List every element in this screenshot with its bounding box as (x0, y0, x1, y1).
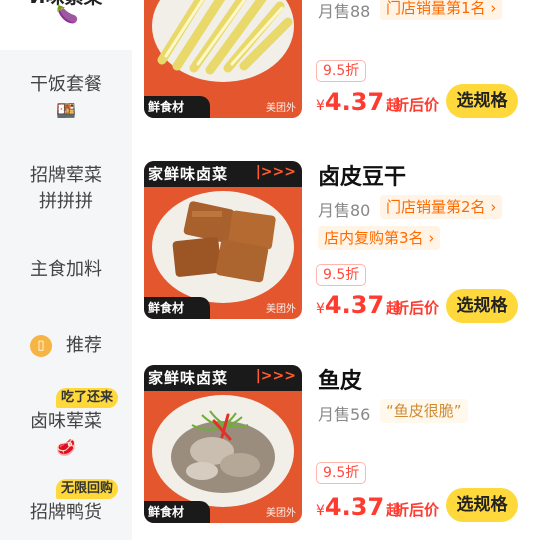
currency-symbol: ¥ (316, 301, 325, 317)
banner-arrows: |>>> (255, 164, 296, 180)
sidebar-item-selected[interactable]: Ӣ味素菜 🍆 (0, 0, 132, 50)
watermark: 美团外 (266, 103, 296, 114)
select-spec-button[interactable]: 选规格 (446, 488, 518, 522)
product-title: 卤皮豆干 (318, 165, 407, 190)
after-discount-label: 折后价 (394, 96, 440, 114)
product-card[interactable]: 鲜食材 美团外 月售88 门店销量第1名 › 9.5折 ¥4.37 起 折后价 选… (144, 0, 540, 118)
discount-badge: 9.5折 (316, 60, 367, 82)
banner-text: 家鲜味卤菜 (148, 369, 229, 387)
chevron-right-icon: › (428, 229, 435, 247)
product-image: 鲜食材 美团外 (144, 0, 302, 118)
price: ¥4.37 起 (316, 291, 400, 319)
currency-symbol: ¥ (316, 503, 325, 519)
rank-tag[interactable]: 门店销量第2名 › (380, 195, 503, 219)
chevron-right-icon: › (490, 198, 497, 216)
image-footer: 鲜食材 (144, 297, 210, 319)
select-spec-button[interactable]: 选规格 (446, 289, 518, 323)
image-footer: 鲜食材 (144, 96, 210, 118)
banner-text: 家鲜味卤菜 (148, 165, 229, 183)
sidebar-badge: 无限回购 (56, 479, 119, 499)
sidebar-item-label: 卤味荤菜 (30, 411, 102, 432)
product-title: 鱼皮 (318, 369, 363, 394)
sidebar-item-label: 干饭套餐 (30, 74, 102, 95)
plate-image (152, 191, 294, 303)
sidebar-badge: 吃了还来 (56, 388, 119, 408)
footer-text: 鲜食材 (148, 505, 185, 519)
sidebar-item-label: 招牌鸭货 (30, 502, 102, 523)
category-sidebar: Ӣ味素菜 🍆 干饭套餐 🍱 招牌荤菜 拼拼拼 主食加料 ▯ 推荐 吃了还来 卤味荤… (0, 0, 132, 540)
plate-image (152, 395, 294, 507)
price: ¥4.37 起 (316, 493, 400, 521)
rank-tag[interactable]: 门店销量第1名 › (380, 0, 503, 20)
price: ¥4.37 起 (316, 88, 400, 116)
sidebar-item-label: 主食加料 (30, 259, 102, 280)
rank-tag-text: 门店销量第1名 (386, 0, 486, 17)
eggplant-icon: 🍆 (56, 4, 79, 25)
price-value: 4.37 (324, 291, 385, 319)
currency-symbol: ¥ (316, 98, 325, 114)
sidebar-item-rice-combo[interactable]: 干饭套餐 🍱 (0, 72, 132, 124)
monthly-sales: 月售88 (318, 2, 371, 21)
sidebar-item-braised-meat[interactable]: 卤味荤菜 🥩 (0, 409, 132, 461)
rank-tag-text: 门店销量第2名 (386, 198, 486, 216)
discount-badge: 9.5折 (316, 462, 367, 484)
discount-badge: 9.5折 (316, 264, 367, 286)
sidebar-item-sublabel: 拼拼拼 (39, 191, 93, 212)
meat-icon: 🥩 (56, 438, 76, 457)
watermark: 美团外 (266, 508, 296, 519)
watermark: 美团外 (266, 304, 296, 315)
product-card[interactable]: 家鲜味卤菜 |>>> 鲜食材 美团外 卤皮豆干 月售80 门店销量第2名 › 店… (144, 161, 540, 323)
sidebar-item-signature-meat[interactable]: 招牌荤菜 拼拼拼 (0, 163, 132, 215)
price-value: 4.37 (324, 493, 385, 521)
review-quote-tag: “鱼皮很脆” (380, 399, 468, 423)
after-discount-label: 折后价 (394, 299, 440, 317)
after-discount-label: 折后价 (394, 501, 440, 519)
sidebar-item-recommend[interactable]: ▯ 推荐 (0, 333, 132, 359)
sidebar-item-label: 推荐 (66, 335, 102, 356)
plate-image (152, 0, 294, 82)
product-image: 家鲜味卤菜 |>>> 鲜食材 美团外 (144, 161, 302, 319)
sidebar-item-staples[interactable]: 主食加料 (0, 257, 132, 283)
sidebar-item-label: 招牌荤菜 (30, 165, 102, 186)
price-value: 4.37 (324, 88, 385, 116)
footer-text: 鲜食材 (148, 301, 185, 315)
image-banner: 家鲜味卤菜 |>>> (144, 161, 302, 187)
monthly-sales: 月售80 (318, 201, 371, 220)
sidebar-item-duck[interactable]: 招牌鸭货 (0, 500, 132, 526)
product-image: 家鲜味卤菜 |>>> 鲜食材 美团外 (144, 365, 302, 523)
repurchase-tag[interactable]: 店内复购第3名 › (318, 226, 441, 250)
rank-tag-text: 店内复购第3名 (324, 229, 424, 247)
image-banner: 家鲜味卤菜 |>>> (144, 365, 302, 391)
banner-arrows: |>>> (255, 368, 296, 384)
image-footer: 鲜食材 (144, 501, 210, 523)
chevron-right-icon: › (490, 0, 497, 17)
monthly-sales: 月售56 (318, 405, 371, 424)
product-card[interactable]: 家鲜味卤菜 |>>> 鲜食材 美团外 鱼皮 月售56 “鱼皮很脆” 9.5折 ¥… (144, 365, 540, 523)
recommend-icon: ▯ (30, 335, 52, 357)
bento-icon: 🍱 (56, 101, 76, 120)
select-spec-button[interactable]: 选规格 (446, 84, 518, 118)
footer-text: 鲜食材 (148, 100, 185, 114)
